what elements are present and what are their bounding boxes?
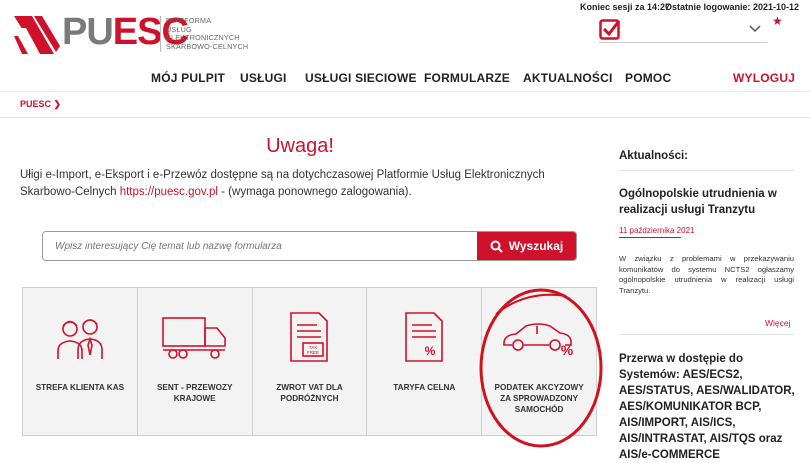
nav-formularze[interactable]: FORMULARZE xyxy=(424,71,510,85)
puesc-link[interactable]: https://puesc.gov.pl xyxy=(120,186,218,198)
last-login: Ostatnie logowanie: 2021-10-12 xyxy=(665,2,800,12)
tile-strefa-klienta[interactable]: STREFA KLIENTA KAS xyxy=(23,288,138,435)
logo[interactable] xyxy=(14,14,62,59)
chevron-down-icon xyxy=(749,25,761,33)
news-divider xyxy=(619,334,794,335)
news-date-underline xyxy=(619,237,681,238)
nav-divider xyxy=(0,91,811,92)
tile-label: ZWROT VAT DLA PODRÓŻNYCH xyxy=(276,383,343,403)
news-item-title[interactable]: Ogólnopolskie utrudnienia w realizacji u… xyxy=(619,186,799,218)
news-heading: Aktualności: xyxy=(619,150,689,162)
page-title: Uwaga! xyxy=(266,135,334,157)
search-bar: Wyszukaj xyxy=(42,231,577,261)
tile-label: SENT - PRZEWOZY KRAJOWE xyxy=(156,383,233,403)
nav-aktualnosci[interactable]: AKTUALNOŚCI xyxy=(523,71,613,85)
svg-text:FREE: FREE xyxy=(307,350,319,355)
breadcrumb[interactable]: PUESC ❯ xyxy=(20,99,61,110)
svg-text:%: % xyxy=(425,344,436,358)
intro-text: Ułigi e-Import, e-Eksport i e-Przewóz do… xyxy=(20,169,545,198)
search-icon xyxy=(490,240,503,253)
news-item-body: W związku z problemami w przekazywaniu k… xyxy=(619,254,794,295)
tile-label: TARYFA CELNA xyxy=(393,383,456,392)
checkbox-checked-icon xyxy=(599,19,621,40)
news-item-title[interactable]: Przerwa w dostępie do Systemów: AES/ECS2… xyxy=(619,351,797,463)
search-button[interactable]: Wyszukaj xyxy=(477,232,576,260)
required-star-icon: ★ xyxy=(772,14,783,28)
news-more-link[interactable]: Więcej xyxy=(765,318,791,328)
news-divider xyxy=(619,170,794,171)
search-button-label: Wyszukaj xyxy=(508,239,564,253)
annotation-circle xyxy=(479,288,603,448)
tile-zwrot-vat[interactable]: TAX FREE ZWROT VAT DLA PODRÓŻNYCH xyxy=(252,288,368,435)
tile-sent[interactable]: SENT - PRZEWOZY KRAJOWE xyxy=(137,288,253,435)
nav-uslugi-sieciowe[interactable]: USŁUGI SIECIOWE xyxy=(305,71,417,85)
nav-uslugi[interactable]: USŁUGI xyxy=(240,71,287,85)
session-expiry: Koniec sesji za 14:27 xyxy=(580,2,671,12)
logout-link[interactable]: WYLOGUJ xyxy=(733,71,795,85)
breadcrumb-divider xyxy=(0,117,811,118)
chevron-right-icon: ❯ xyxy=(53,99,62,109)
tile-label: STREFA KLIENTA KAS xyxy=(35,383,125,392)
search-input[interactable] xyxy=(43,232,477,260)
context-select[interactable] xyxy=(599,18,767,43)
people-icon xyxy=(57,319,103,359)
logo-subtitle: PLATFORMA USŁUG ELEKTRONICZNYCH SKARBOWO… xyxy=(166,16,249,51)
news-item-date: 11 października 2021 xyxy=(619,226,695,235)
percent-document-icon: % xyxy=(405,312,444,362)
logo-divider xyxy=(160,16,161,52)
logo-stripes-icon xyxy=(14,16,60,54)
truck-icon xyxy=(161,317,226,359)
tile-taryfa-celna[interactable]: % TARYFA CELNA xyxy=(367,288,483,435)
tax-free-document-icon: TAX FREE xyxy=(290,312,329,362)
nav-pomoc[interactable]: POMOC xyxy=(625,71,671,85)
nav-moj-pulpit[interactable]: MÓJ PULPIT xyxy=(151,71,225,85)
